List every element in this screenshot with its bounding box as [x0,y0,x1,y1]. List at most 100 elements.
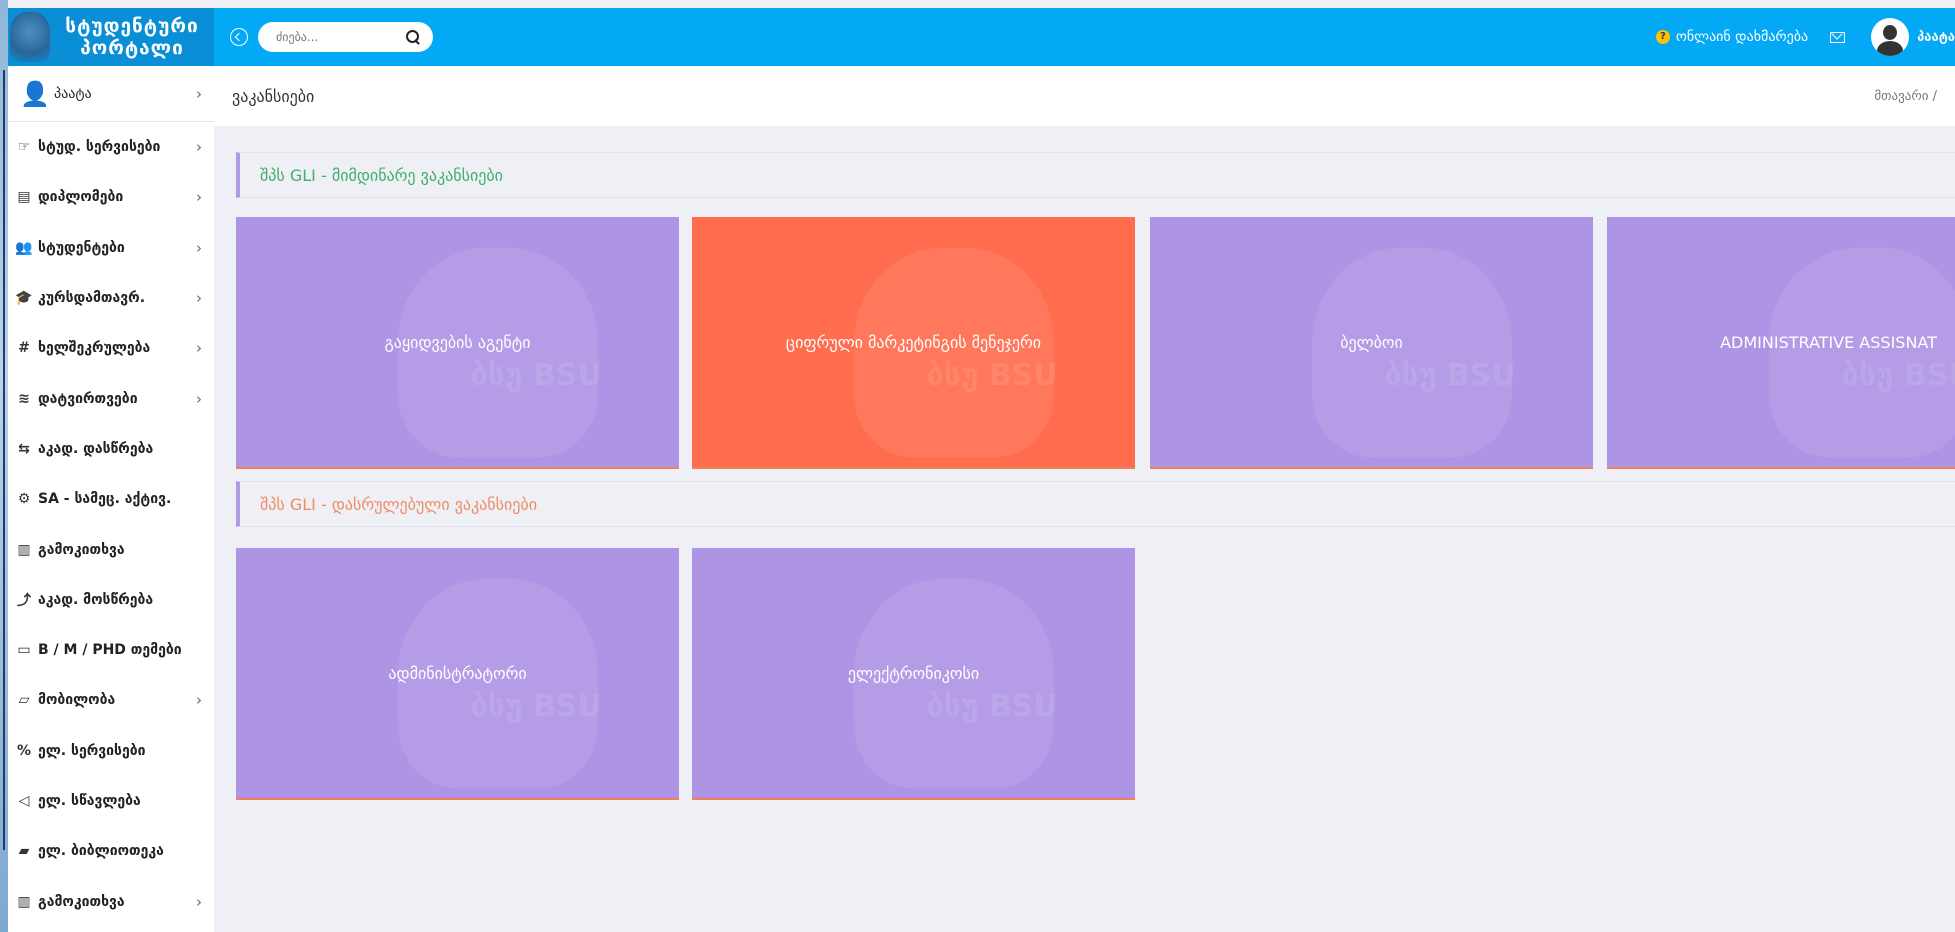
chevron-right-icon: › [196,389,202,408]
sidebar-item[interactable]: ▥ გამოკითხვა › [8,876,214,926]
sidebar-item[interactable]: ▭ B / M / PHD თემები [8,625,214,675]
sidebar-item-icon: ▥ [17,541,31,558]
logo-line-2: პორტალი [80,37,184,59]
sidebar-item-icon: 🎓 [15,290,33,307]
page-title: ვაკანსიები [232,86,315,106]
sidebar-item-icon: ⤴ [17,592,31,609]
sidebar-item[interactable]: ◁ ელ. სწავლება [8,776,214,826]
sidebar-item-label: სტუდენტები [38,239,125,256]
sidebar-item[interactable]: 👥 სტუდენტები › [8,223,214,273]
vacancy-title: ADMINISTRATIVE ASSISNAT [1720,332,1937,352]
sidebar-user-name: პაატა [54,85,92,102]
portal-logo-text: სტუდენტური პორტალი [50,15,214,59]
sidebar-item-icon: 👥 [15,239,33,256]
search-box [258,22,433,52]
chevron-right-icon: › [196,84,202,103]
mail-icon[interactable] [1830,31,1846,43]
chevron-right-icon: › [196,188,202,207]
sidebar: 👤 პაატა › ☞ სტუდ. სერვისები › ▤ დიპლომები › 👥 ს… [8,66,214,932]
sidebar-item[interactable]: ☞ სტუდ. სერვისები › [8,122,214,172]
sidebar-item-icon: ⚙ [17,491,31,508]
portal-logo[interactable]: სტუდენტური პორტალი [8,8,214,66]
vacancy-title: ბელბოი [1340,332,1403,352]
current-vacancies-title: შპს GLI - მიმდინარე ვაკანსიები [236,152,1955,198]
sidebar-menu: ☞ სტუდ. სერვისები › ▤ დიპლომები › 👥 სტუდენტები ›… [8,122,214,927]
chevron-right-icon: › [196,892,202,911]
chevron-right-icon: › [196,289,202,308]
chevron-right-icon: › [196,238,202,257]
sidebar-item[interactable]: ⤴ აკად. მოსწრება [8,575,214,625]
vacancy-card[interactable]: ბსუ BSU ADMINISTRATIVE ASSISNAT [1607,217,1955,469]
sidebar-item-label: მობილობა [38,692,116,709]
sidebar-item-label: აკად. დასწრება [38,440,154,457]
sidebar-item[interactable]: % ელ. სერვისები [8,726,214,776]
sidebar-user[interactable]: 👤 პაატა › [8,66,214,122]
watermark-logo-icon [853,578,1054,789]
sidebar-item-label: აკად. მოსწრება [38,591,154,608]
vacancy-card[interactable]: ბსუ BSU ციფრული მარკეტინგის მენეჯერი [692,217,1135,469]
sidebar-item-icon: ▱ [18,692,30,709]
sidebar-item-icon: ⇆ [18,440,30,457]
search-icon[interactable] [405,29,421,45]
watermark-text: ბსუ BSU [1384,357,1516,393]
user-name[interactable]: პაატა [1917,30,1955,45]
sidebar-item-label: კურსდამთავრ. [38,290,146,307]
chevron-right-icon: › [196,138,202,157]
watermark-text: ბსუ BSU [1841,357,1955,393]
top-right-controls: ? ონლაინ დახმარება პაატა [1655,18,1955,56]
watermark-text: ბსუ BSU [470,357,602,393]
search-input[interactable] [276,30,405,44]
sidebar-item-icon: % [16,742,32,759]
vacancy-title: ელექტრონიკოსი [847,663,980,683]
sidebar-item-label: გამოკითხვა [38,893,125,910]
vacancy-title: გაყიდვების აგენტი [384,332,531,352]
online-help-label: ონლაინ დახმარება [1675,29,1809,45]
chevron-right-icon: › [196,339,202,358]
sidebar-item-label: ხელშეკრულება [38,340,151,357]
top-navbar: სტუდენტური პორტალი ? ონლაინ დახმარება პა… [8,8,1955,66]
sidebar-item-label: B / M / PHD თემები [38,642,182,659]
sidebar-item[interactable]: ⇆ აკად. დასწრება [8,424,214,474]
watermark-text: ბსუ BSU [926,357,1058,393]
watermark-text: ბსუ BSU [470,688,602,724]
watermark-logo-icon [1311,247,1512,458]
watermark-logo-icon [397,578,598,789]
sidebar-item-label: გამოკითხვა [38,541,125,558]
closed-vacancies-title: შპს GLI - დასრულებული ვაკანსიები [236,481,1955,527]
sidebar-item[interactable]: ▱ მობილობა › [8,675,214,725]
sidebar-item-icon: ◁ [18,793,30,809]
vacancy-card[interactable]: ბსუ BSU გაყიდვების აგენტი [236,217,679,469]
sidebar-item[interactable]: ▥ გამოკითხვა [8,524,214,574]
sidebar-item-label: ელ. სწავლება [38,793,141,809]
help-icon: ? [1655,30,1670,44]
sidebar-item-icon: ▭ [17,642,31,659]
watermark-logo-icon [397,247,598,458]
sidebar-item-label: ელ. სერვისები [38,742,146,759]
user-icon: 👤 [20,79,50,108]
sidebar-item[interactable]: ▤ დიპლომები › [8,172,214,222]
sidebar-item[interactable]: ▰ ელ. ბიბლიოთეკა [8,826,214,876]
collapse-sidebar-icon[interactable] [230,28,248,46]
sidebar-item[interactable]: ≋ დატვირთვები › [8,373,214,423]
sidebar-item-icon: # [18,340,30,357]
online-help-link[interactable]: ? ონლაინ დახმარება [1655,29,1809,45]
sidebar-item-label: დატვირთვები [38,390,138,407]
sidebar-item-label: დიპლომები [38,189,124,206]
vacancy-title: ციფრული მარკეტინგის მენეჯერი [785,332,1042,352]
watermark-logo-icon [853,247,1054,458]
user-avatar[interactable] [1871,18,1910,56]
sidebar-item-icon: ▰ [18,843,30,860]
chevron-right-icon: › [196,691,202,710]
vacancy-title: ადმინისტრატორი [388,663,527,683]
vacancy-card[interactable]: ბსუ BSU ბელბოი [1150,217,1593,469]
breadcrumb[interactable]: მთავარი / [1874,89,1937,104]
page-header: ვაკანსიები მთავარი / [214,66,1955,126]
left-accent-strip [0,0,8,932]
sidebar-item[interactable]: # ხელშეკრულება › [8,323,214,373]
sidebar-item[interactable]: 🎓 კურსდამთავრ. › [8,273,214,323]
sidebar-item-icon: ☞ [17,139,31,156]
vacancy-card[interactable]: ბსუ BSU ელექტრონიკოსი [692,548,1135,800]
university-logo-icon [10,12,50,62]
sidebar-item[interactable]: ⚙ SA - სამეც. აქტივ. [8,474,214,524]
vacancy-card[interactable]: ბსუ BSU ადმინისტრატორი [236,548,679,800]
